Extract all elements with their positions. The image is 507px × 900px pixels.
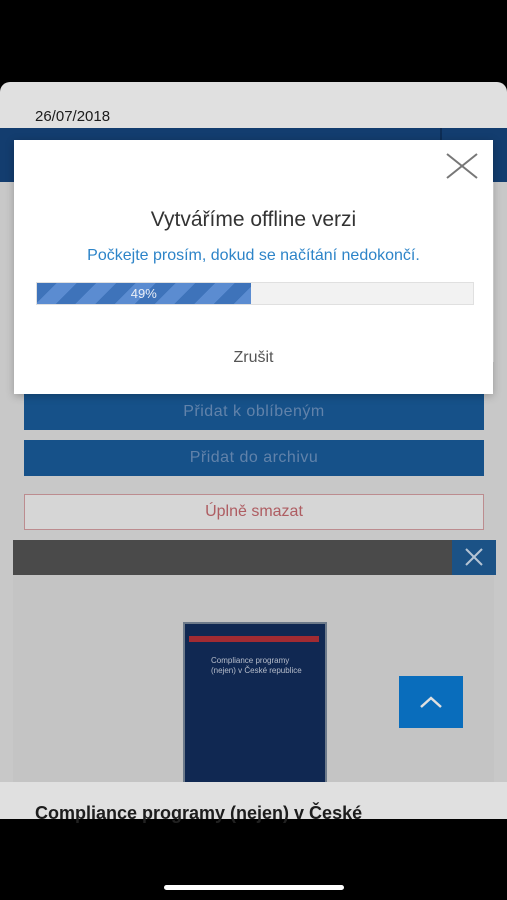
progress-bar: 49%: [36, 282, 474, 305]
dialog-close-button[interactable]: [444, 151, 480, 187]
dialog-title: Vytváříme offline verzi: [150, 208, 357, 231]
offline-version-dialog: Vytváříme offline verzi Počkejte prosím,…: [14, 140, 493, 394]
close-icon: [446, 153, 478, 179]
cancel-button[interactable]: Zrušit: [14, 349, 493, 367]
dialog-subtitle: Počkejte prosím, dokud se načítání nedok…: [87, 247, 420, 264]
home-indicator: [164, 885, 344, 890]
progress-label: 49%: [130, 286, 157, 301]
